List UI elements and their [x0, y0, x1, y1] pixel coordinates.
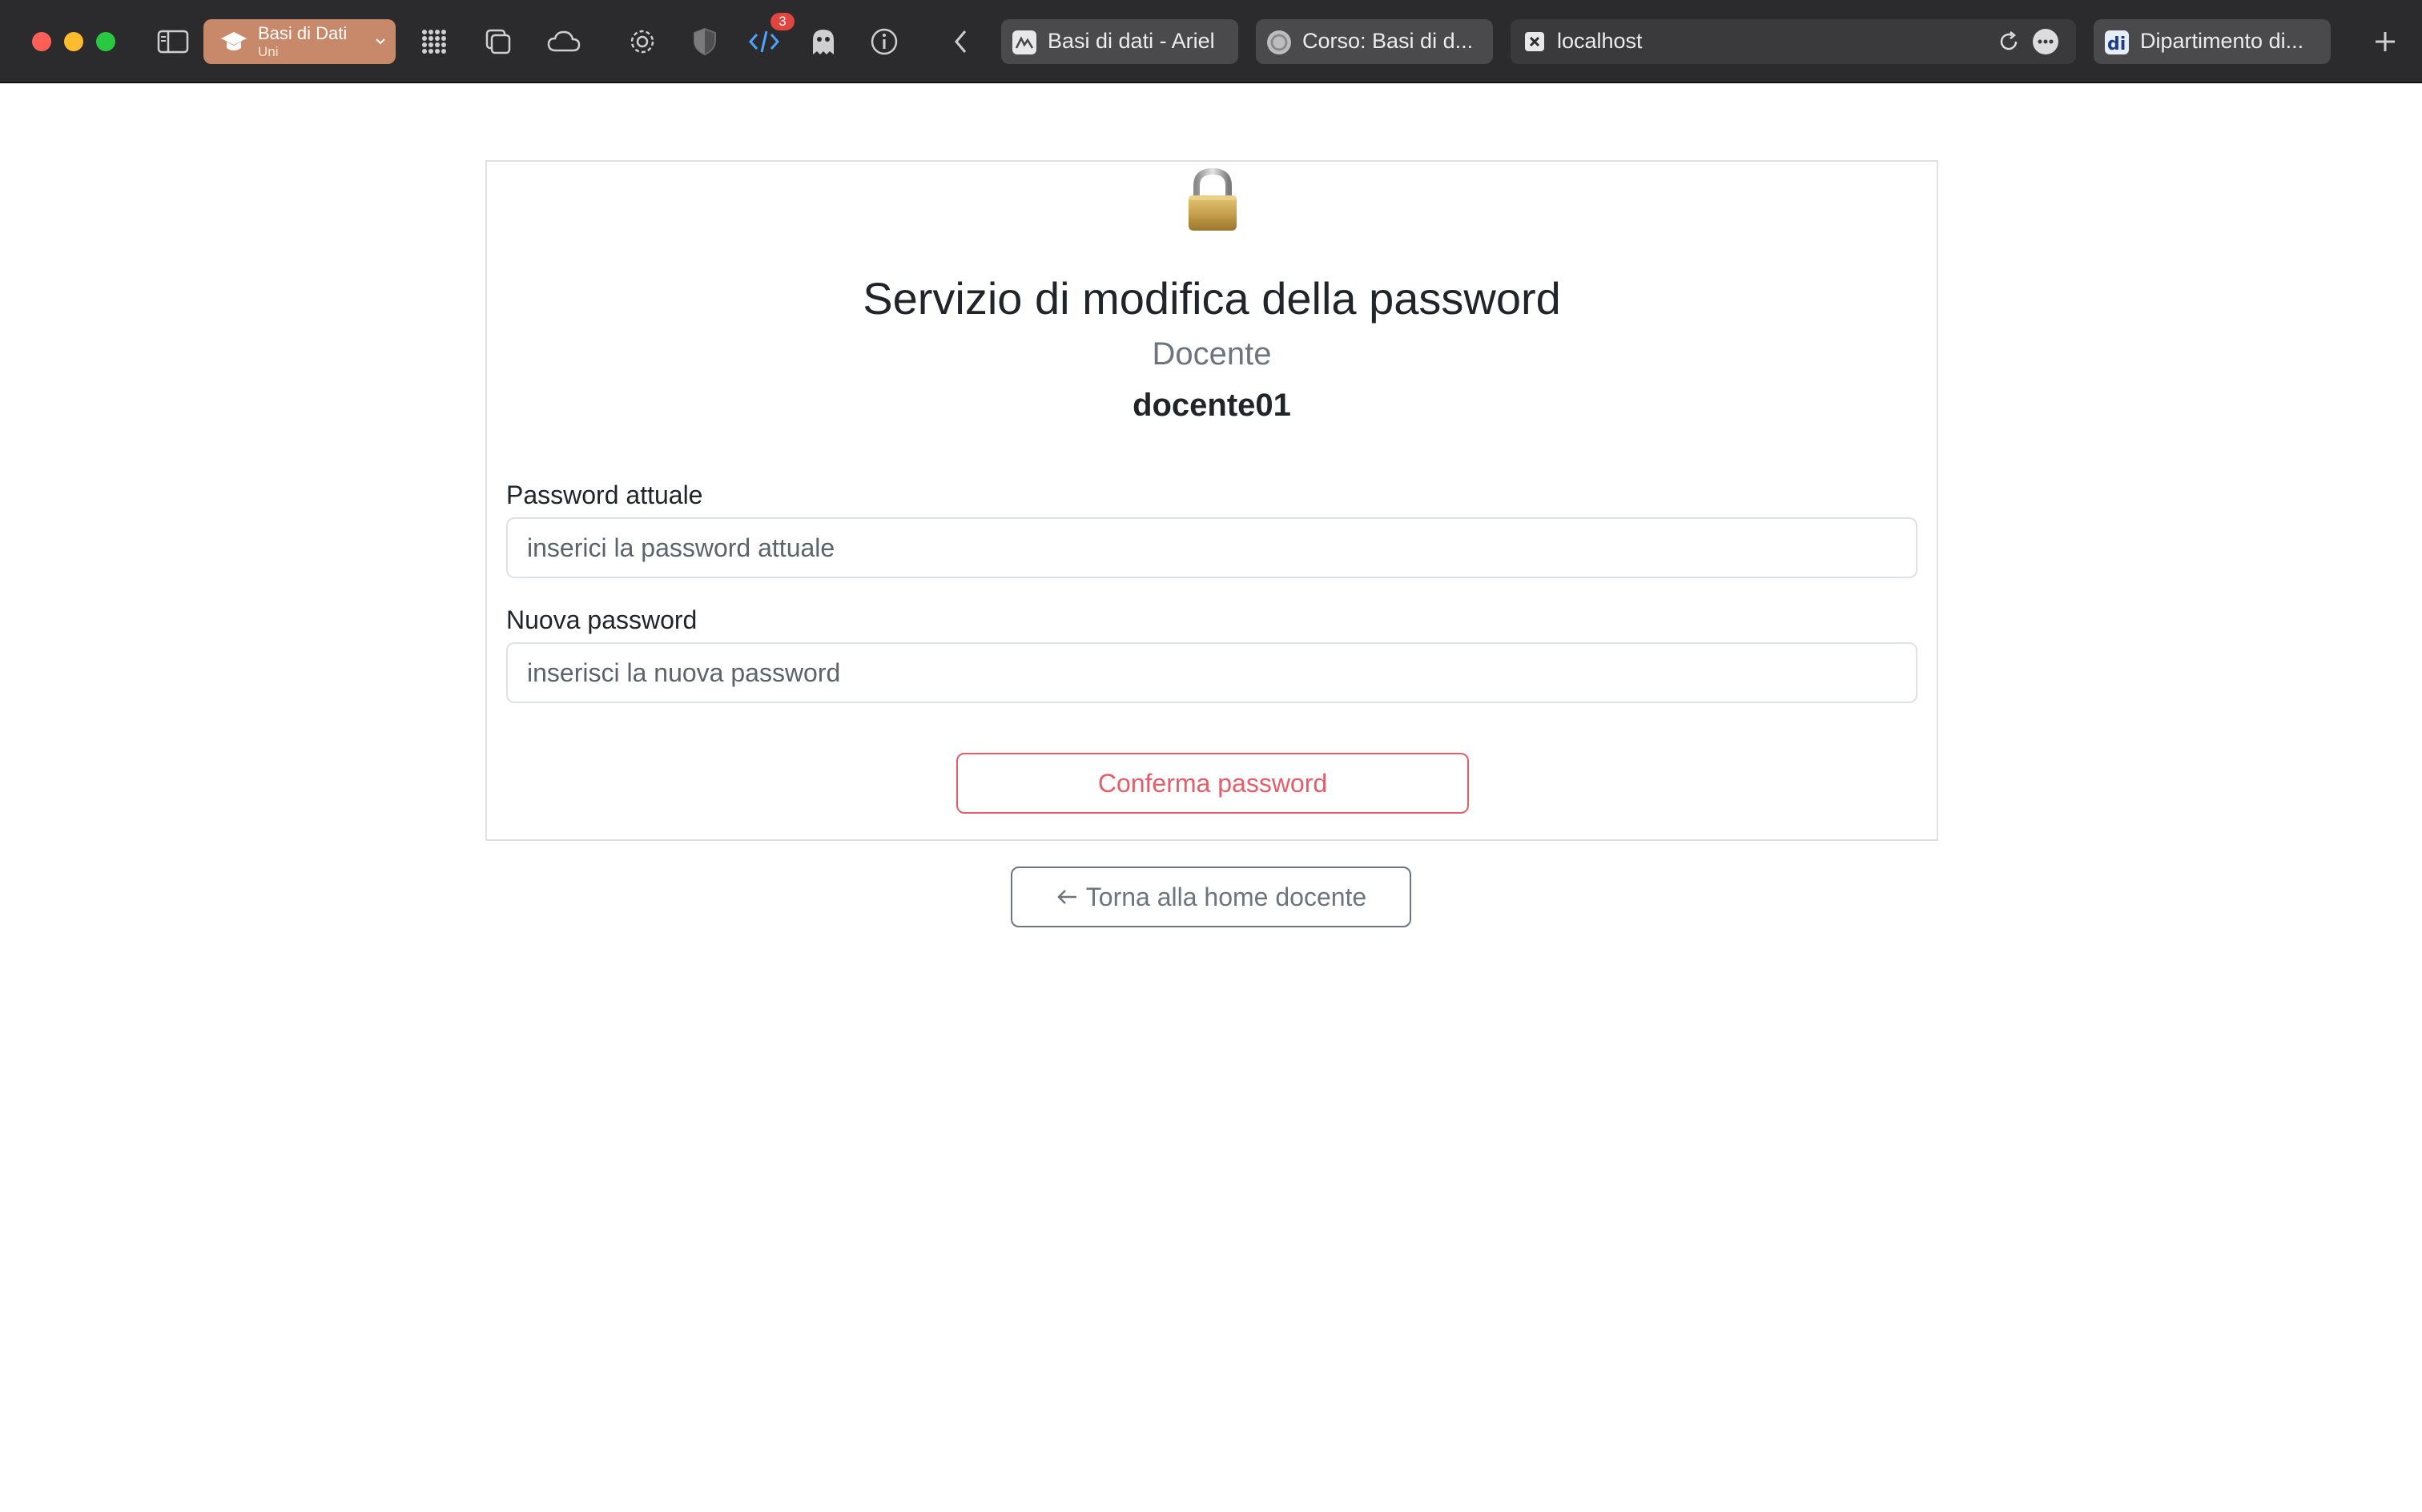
back-chevron-icon[interactable]	[942, 22, 980, 61]
tab-group-picker[interactable]: Basi di Dati Uni	[203, 19, 396, 64]
reload-icon[interactable]	[1996, 29, 2022, 54]
tab-group-subtitle: Uni	[258, 44, 279, 59]
browser-toolbar: Basi di Dati Uni 3 Basi di dati - Ariel	[0, 0, 2422, 83]
back-button-label: Torna alla home docente	[1085, 882, 1367, 911]
chevron-down-icon	[376, 38, 385, 45]
shield-icon[interactable]	[686, 22, 724, 61]
apps-grid-icon[interactable]	[415, 22, 453, 61]
course-icon	[1267, 30, 1291, 54]
icloud-icon[interactable]	[545, 22, 583, 61]
current-password-input[interactable]	[506, 517, 1917, 578]
close-square-icon	[1525, 32, 1544, 51]
di-icon: di	[2105, 30, 2129, 54]
back-to-home-button[interactable]: Torna alla home docente	[1011, 867, 1411, 927]
new-tab-icon[interactable]	[2364, 21, 2406, 62]
close-window-button[interactable]	[32, 32, 51, 51]
username-label: docente01	[1133, 388, 1291, 423]
confirm-password-button[interactable]: Conferma password	[956, 753, 1469, 814]
current-password-label: Password attuale	[506, 481, 703, 509]
info-icon[interactable]	[865, 22, 903, 61]
tab-basi-di-dati-ariel[interactable]: Basi di dati - Ariel	[1001, 19, 1238, 64]
tab-localhost[interactable]: localhost	[1511, 19, 2076, 64]
new-password-input[interactable]	[506, 642, 1917, 703]
role-subtitle: Docente	[1152, 336, 1272, 372]
tab-label: Basi di dati - Ariel	[1048, 29, 1215, 53]
new-password-label: Nuova password	[506, 605, 698, 634]
ghost-icon[interactable]	[804, 22, 843, 61]
tab-label: Dipartimento di...	[2140, 29, 2304, 53]
svg-text:di: di	[2107, 34, 2126, 54]
tab-dipartimento[interactable]: di Dipartimento di...	[2094, 19, 2331, 64]
password-change-card: Servizio di modifica della password Doce…	[485, 160, 1938, 841]
tab-label: localhost	[1557, 29, 1643, 53]
minimize-window-button[interactable]	[64, 32, 83, 51]
padlock-icon	[1182, 167, 1243, 234]
extension-badge: 3	[770, 13, 795, 30]
gear-icon[interactable]	[623, 22, 662, 61]
graduation-cap-icon	[221, 32, 247, 50]
zoom-window-button[interactable]	[96, 32, 115, 51]
tab-overview-icon[interactable]	[479, 22, 517, 61]
tab-label: Corso: Basi di d...	[1302, 29, 1474, 53]
ariel-icon	[1012, 30, 1036, 54]
more-options-icon[interactable]	[2033, 29, 2058, 54]
sidebar-toggle-icon[interactable]	[154, 22, 192, 61]
page-title: Servizio di modifica della password	[863, 273, 1561, 324]
tab-corso-basi-di-dati[interactable]: Corso: Basi di d...	[1256, 19, 1493, 64]
arrow-left-icon	[1056, 890, 1076, 904]
tab-group-name: Basi di Dati	[258, 23, 348, 43]
